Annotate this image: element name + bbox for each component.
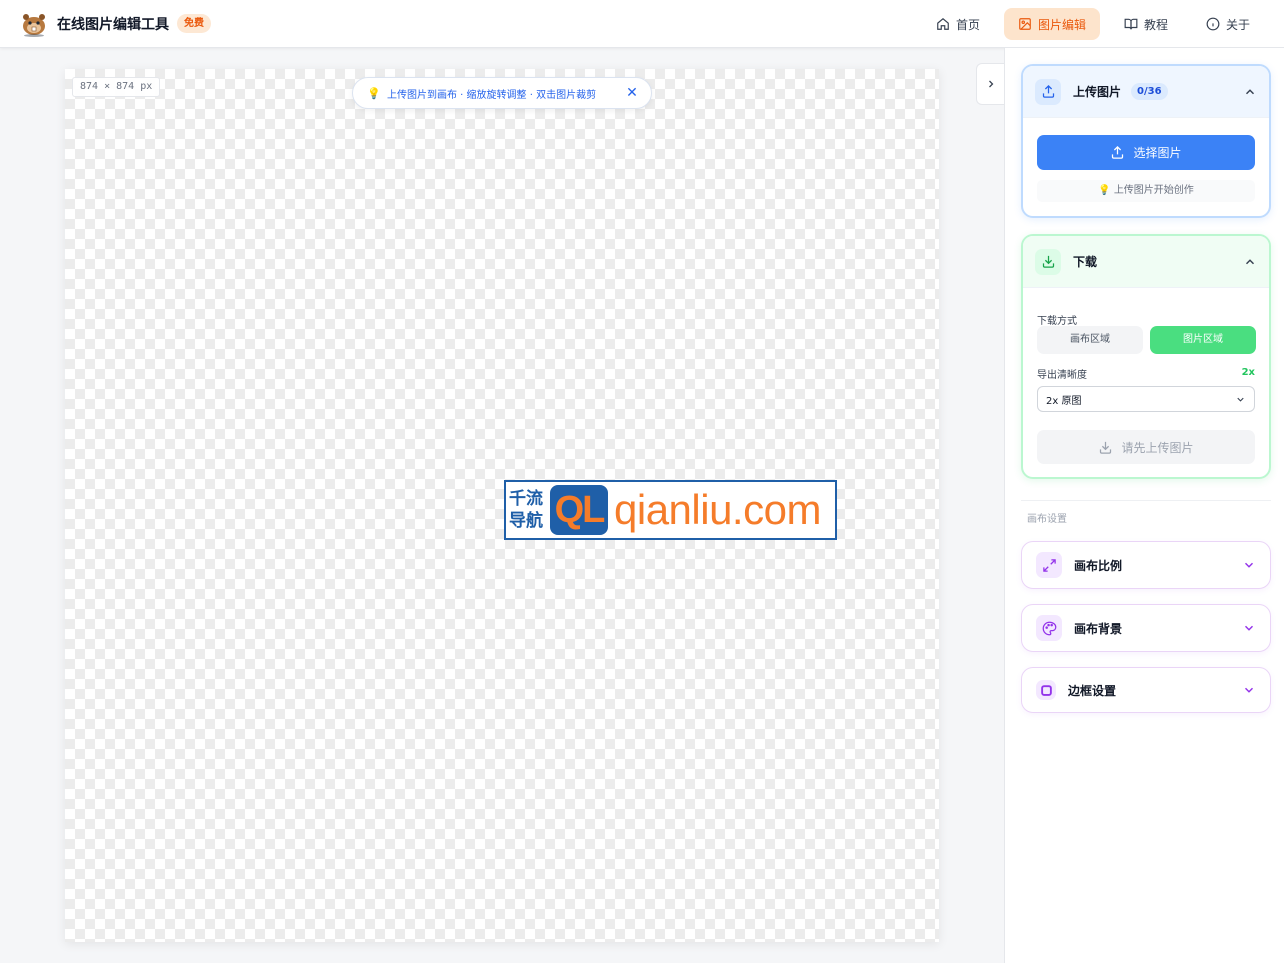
chevron-down-icon	[1237, 397, 1244, 402]
canvas-size-label: 874 × 874 px	[72, 77, 161, 97]
right-sidebar: 上传图片 0/36 选择图片 💡 上传图片开始创作 下载 下载方式 画布区域 图…	[1004, 48, 1284, 963]
logo-cn-text: 千流 导航	[506, 488, 550, 532]
logo-cn-line1: 千流	[509, 489, 543, 509]
tip-text: 上传图片到画布 · 缩放旋转调整 · 双击图片裁剪	[387, 89, 597, 101]
logo-domain-text: qianliu.com	[614, 486, 821, 533]
select-image-label: 选择图片	[1133, 146, 1182, 160]
chevron-up-icon	[1245, 88, 1255, 94]
nav-image-edit[interactable]: 图片编辑	[1003, 8, 1100, 40]
nav-tutorial[interactable]: 教程	[1110, 8, 1182, 40]
lightbulb-icon: 💡	[1098, 185, 1111, 196]
mode-canvas-area-button[interactable]: 画布区域	[1037, 326, 1143, 354]
chevron-down-icon	[1244, 687, 1254, 693]
app-title: 在线图片编辑工具	[57, 17, 169, 33]
upload-count-badge: 0/36	[1131, 83, 1168, 100]
border-icon	[1040, 684, 1052, 696]
upload-icon	[1112, 145, 1124, 159]
chevron-down-icon	[1244, 625, 1254, 631]
nav-about[interactable]: 关于	[1192, 8, 1264, 40]
chevron-down-icon	[1244, 562, 1254, 568]
sidebar-collapse-button[interactable]	[976, 63, 1004, 105]
chevron-right-icon	[988, 80, 993, 88]
info-icon	[1206, 17, 1220, 31]
download-icon	[1042, 255, 1054, 268]
canvas-ratio-title: 画布比例	[1074, 558, 1123, 573]
border-settings-title: 边框设置	[1068, 683, 1117, 698]
download-card: 下载 下载方式 画布区域 图片区域 导出清晰度 2x 2x 原图 请先上传图片	[1021, 234, 1271, 479]
download-icon-box	[1035, 248, 1061, 275]
upload-title: 上传图片	[1073, 85, 1122, 99]
canvas-ratio-card[interactable]: 画布比例	[1021, 541, 1271, 589]
border-settings-card[interactable]: 边框设置	[1021, 667, 1271, 713]
section-divider	[1021, 500, 1271, 501]
lightbulb-icon: 💡	[367, 86, 381, 100]
logo-ql-mark: QL	[550, 485, 608, 535]
download-button[interactable]: 请先上传图片	[1037, 430, 1255, 464]
canvas-logo-image[interactable]: 千流 导航 QL qianliu.com	[504, 480, 837, 540]
download-mode-label: 下载方式	[1037, 316, 1077, 327]
select-image-button[interactable]: 选择图片	[1037, 135, 1255, 170]
palette-icon	[1042, 621, 1056, 635]
nav-image-edit-label: 图片编辑	[1037, 17, 1086, 32]
download-button-label: 请先上传图片	[1121, 440, 1194, 455]
nav-home-label: 首页	[955, 17, 980, 32]
mode-image-area-button[interactable]: 图片区域	[1150, 326, 1256, 354]
palette-icon-box	[1036, 615, 1062, 641]
upload-card-header[interactable]: 上传图片 0/36	[1023, 66, 1269, 118]
home-icon	[937, 17, 949, 30]
tip-bar: 💡 上传图片到画布 · 缩放旋转调整 · 双击图片裁剪 ✕	[352, 77, 652, 109]
beaver-logo-icon[interactable]	[20, 11, 48, 37]
quality-label: 导出清晰度	[1037, 370, 1087, 381]
canvas-settings-label: 画布设置	[1027, 514, 1067, 525]
upload-hint: 💡 上传图片开始创作	[1037, 180, 1255, 202]
expand-icon-box	[1036, 552, 1062, 578]
book-icon	[1124, 18, 1138, 30]
upload-card: 上传图片 0/36 选择图片 💡 上传图片开始创作	[1021, 64, 1271, 218]
border-icon-box	[1036, 680, 1056, 700]
download-title: 下载	[1073, 255, 1098, 269]
canvas-background-title: 画布背景	[1074, 621, 1123, 636]
nav-about-label: 关于	[1225, 17, 1250, 32]
download-card-header[interactable]: 下载	[1023, 236, 1269, 288]
logo-cn-line2: 导航	[509, 511, 543, 531]
chevron-up-icon	[1245, 258, 1255, 264]
app-header: 在线图片编辑工具 免费 首页 图片编辑 教程 关于	[0, 0, 1284, 48]
upload-icon-box	[1035, 78, 1061, 105]
download-icon	[1100, 441, 1112, 454]
canvas-background-card[interactable]: 画布背景	[1021, 604, 1271, 652]
quality-value: 2x	[1241, 367, 1255, 378]
top-nav: 首页 图片编辑 教程 关于	[922, 8, 1264, 40]
upload-hint-text: 上传图片开始创作	[1113, 185, 1194, 196]
free-badge: 免费	[177, 14, 211, 33]
nav-tutorial-label: 教程	[1143, 17, 1168, 32]
upload-icon	[1042, 84, 1054, 98]
nav-home[interactable]: 首页	[922, 8, 994, 40]
expand-icon	[1042, 558, 1056, 572]
quality-select[interactable]: 2x 原图	[1037, 386, 1255, 412]
close-icon[interactable]: ✕	[625, 86, 639, 100]
quality-select-value: 2x 原图	[1046, 395, 1082, 407]
image-icon	[1019, 18, 1031, 30]
